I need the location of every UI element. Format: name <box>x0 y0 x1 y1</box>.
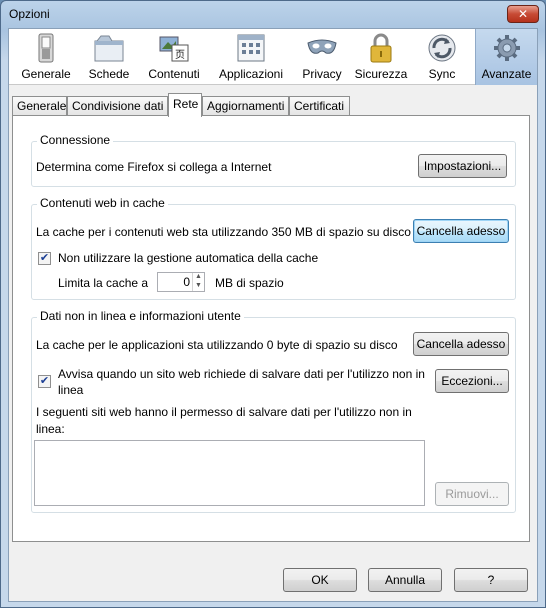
pane-label: Schede <box>88 67 130 81</box>
stepper-arrows[interactable]: ▲ ▼ <box>192 273 204 291</box>
pane-avanzate[interactable]: Avanzate <box>475 29 537 85</box>
switch-icon <box>38 33 54 63</box>
remove-site-button[interactable]: Rimuovi... <box>435 482 509 506</box>
connection-group: Connessione Determina come Firefox si co… <box>31 133 516 187</box>
window-title: Opzioni <box>9 7 50 21</box>
stepper-up-icon[interactable]: ▲ <box>195 273 202 280</box>
pane-label: Avanzate <box>481 67 532 81</box>
pane-contenuti[interactable]: 页 Contenuti <box>141 29 207 85</box>
stepper-down-icon[interactable]: ▼ <box>195 282 202 289</box>
tab-condivisione-dati[interactable]: Condivisione dati <box>67 96 168 116</box>
connection-title: Connessione <box>37 133 114 147</box>
tab-panel-rete: Connessione Determina come Firefox si co… <box>12 115 530 542</box>
pane-label: Generale <box>21 67 71 81</box>
cache-limit-value: 0 <box>183 275 190 289</box>
allowed-sites-label-line2: linea: <box>36 422 65 436</box>
pane-sync[interactable]: Sync <box>417 29 467 85</box>
pane-sicurezza[interactable]: Sicurezza <box>349 29 413 85</box>
applications-icon <box>237 34 265 62</box>
title-bar[interactable]: Opzioni ✕ <box>1 1 545 29</box>
allowed-sites-label-line1: I seguenti siti web hanno il permesso di… <box>36 405 412 419</box>
offline-title: Dati non in linea e informazioni utente <box>37 309 244 323</box>
gear-icon <box>493 35 520 61</box>
pane-applicazioni[interactable]: Applicazioni <box>209 29 293 85</box>
mask-icon <box>307 39 337 54</box>
cache-clear-button[interactable]: Cancella adesso <box>413 219 509 243</box>
allowed-sites-list[interactable] <box>34 440 425 506</box>
tab-aggiornamenti[interactable]: Aggiornamenti <box>202 96 289 116</box>
pane-label: Sync <box>428 67 456 81</box>
offline-notify-checkbox[interactable]: ✔ <box>38 375 51 388</box>
cache-group: Contenuti web in cache La cache per i co… <box>31 196 516 300</box>
cache-limit-unit: MB di spazio <box>215 276 284 290</box>
close-button[interactable]: ✕ <box>507 5 539 23</box>
exceptions-button[interactable]: Eccezioni... <box>435 369 509 393</box>
padlock-icon <box>370 33 392 63</box>
cancel-button[interactable]: Annulla <box>368 568 442 592</box>
tab-generale[interactable]: Generale <box>12 96 67 116</box>
svg-text:页: 页 <box>175 49 185 61</box>
cache-title: Contenuti web in cache <box>37 196 168 210</box>
override-cache-checkbox[interactable]: ✔ <box>38 252 51 265</box>
pane-label: Privacy <box>302 67 342 81</box>
offline-group: Dati non in linea e informazioni utente … <box>31 309 516 513</box>
pane-privacy[interactable]: Privacy <box>297 29 347 85</box>
pane-label: Applicazioni <box>218 67 284 81</box>
client-area: Generale Schede 页 Contenuti Applicazioni… <box>8 28 538 602</box>
pane-schede[interactable]: Schede <box>79 29 139 85</box>
tab-certificati[interactable]: Certificati <box>289 96 350 116</box>
cache-limit-label: Limita la cache a <box>58 276 149 290</box>
tab-rete[interactable]: Rete <box>168 93 202 117</box>
offline-description: La cache per le applicazioni sta utilizz… <box>36 338 398 352</box>
options-window: Opzioni ✕ Generale Schede 页 Contenuti Ap… <box>0 0 546 608</box>
pane-label: Sicurezza <box>354 67 408 81</box>
tabs-icon <box>94 35 124 62</box>
pane-generale[interactable]: Generale <box>13 29 79 85</box>
cache-description: La cache per i contenuti web sta utilizz… <box>36 225 411 239</box>
sync-icon <box>428 34 456 62</box>
connection-description: Determina come Firefox si collega a Inte… <box>36 160 272 174</box>
content-icon: 页 <box>159 36 189 62</box>
connection-settings-button[interactable]: Impostazioni... <box>418 154 507 178</box>
cache-limit-stepper[interactable]: 0 ▲ ▼ <box>157 272 205 292</box>
pane-toolbar: Generale Schede 页 Contenuti Applicazioni… <box>9 29 537 85</box>
ok-button[interactable]: OK <box>283 568 357 592</box>
offline-clear-button[interactable]: Cancella adesso <box>413 332 509 356</box>
help-button[interactable]: ? <box>454 568 528 592</box>
offline-notify-label-line2: linea <box>58 383 84 397</box>
offline-notify-label-line1: Avvisa quando un sito web richiede di sa… <box>58 367 425 381</box>
pane-label: Contenuti <box>148 67 200 81</box>
override-cache-label: Non utilizzare la gestione automatica de… <box>58 251 319 265</box>
